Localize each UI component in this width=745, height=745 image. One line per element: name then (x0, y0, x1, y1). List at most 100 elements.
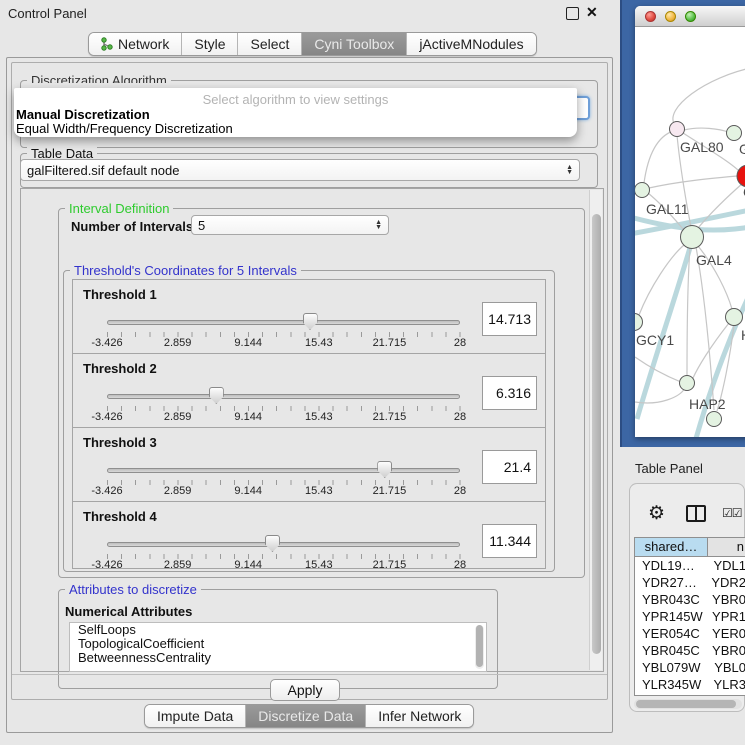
minimize-traffic-light-icon[interactable] (665, 11, 676, 22)
table-row[interactable]: YBR045CYBR0 (635, 642, 745, 659)
columns-icon[interactable] (686, 505, 706, 522)
node-bottom[interactable] (707, 412, 722, 427)
dropdown-option-manual-discretization[interactable]: Manual Discretization (16, 107, 150, 122)
tab-select[interactable]: Select (238, 33, 302, 55)
cell-shared[interactable]: YIL052C (635, 693, 708, 696)
label-h-partial: H (741, 327, 745, 343)
close-traffic-light-icon[interactable] (645, 11, 656, 22)
table-row[interactable]: YLR345WYLR3 (635, 676, 745, 693)
threshold-value-field[interactable]: 14.713 (482, 302, 537, 336)
threshold-label: Threshold 4 (83, 509, 157, 524)
network-window-titlebar[interactable] (635, 6, 745, 27)
table-data-combo[interactable]: galFiltered.sif default node ▲▼ (20, 159, 580, 181)
dropdown-hint: Select algorithm to view settings (14, 92, 577, 107)
slider-thumb[interactable] (209, 387, 224, 404)
attributes-list[interactable]: SelfLoops TopologicalCoefficient Between… (69, 622, 487, 672)
tab-cyni-toolbox-label: Cyni Toolbox (314, 36, 394, 52)
tab-network[interactable]: Network (89, 33, 182, 55)
table-row[interactable]: YIL052CYIL0 (635, 693, 745, 696)
horizontal-scrollbar[interactable] (634, 699, 742, 709)
cell-shared[interactable]: YLR345W (635, 676, 706, 693)
list-item[interactable]: SelfLoops (70, 623, 486, 637)
tab-cyni-toolbox[interactable]: Cyni Toolbox (302, 33, 407, 55)
column-header-shared[interactable]: shared… (635, 538, 708, 556)
threshold-slider[interactable] (107, 542, 460, 547)
scale-tick-label: 15.43 (305, 411, 333, 423)
list-item[interactable]: TopologicalCoefficient (70, 637, 486, 651)
column-header-name[interactable]: n (708, 538, 745, 556)
network-window[interactable]: GAL80 GA GAL11 C GAL4 H GCY1 HAP2 (635, 6, 745, 437)
select-columns-icon[interactable]: ☑☑ (722, 506, 742, 520)
node-gcy1[interactable] (635, 314, 643, 331)
threshold-slider[interactable] (107, 394, 460, 399)
cell-name[interactable]: YPR1 (705, 608, 745, 625)
table-data-combo-value: galFiltered.sif default node (27, 163, 179, 178)
table-row[interactable]: YBL079WYBL0 (635, 659, 745, 676)
node-gal80[interactable] (670, 122, 685, 137)
threshold-row: Threshold 2 -3.426 2.859 9.144 15.43 21.… (72, 353, 546, 428)
threshold-row: Threshold 1 -3.426 2.859 9.144 15.43 21.… (72, 279, 546, 354)
cell-shared[interactable]: YBL079W (635, 659, 707, 676)
slider-thumb[interactable] (303, 313, 318, 330)
threshold-value-field[interactable]: 21.4 (482, 450, 537, 484)
numerical-attributes-label: Numerical Attributes (65, 604, 192, 619)
control-panel-tabs: Network Style Select Cyni Toolbox jActiv… (88, 32, 537, 56)
cell-shared[interactable]: YBR045C (635, 642, 705, 659)
thresholds-group-label: Threshold's Coordinates for 5 Intervals (70, 263, 301, 278)
threshold-slider[interactable] (107, 468, 460, 473)
apply-button[interactable]: Apply (270, 679, 340, 701)
tab-style[interactable]: Style (182, 33, 238, 55)
node-top-right[interactable] (727, 126, 742, 141)
cell-name[interactable]: YBL0 (707, 659, 745, 676)
cell-shared[interactable]: YER054C (635, 625, 705, 642)
list-scrollbar[interactable] (475, 625, 484, 669)
threshold-value-field[interactable]: 6.316 (482, 376, 537, 410)
tab-discretize-data[interactable]: Discretize Data (246, 705, 366, 727)
node-table[interactable]: shared… n YDL19…YDL1 YDR27…YDR2 YBR043CY… (634, 537, 745, 696)
network-canvas[interactable]: GAL80 GA GAL11 C GAL4 H GCY1 HAP2 (635, 27, 745, 437)
vertical-scrollbar[interactable] (589, 190, 602, 670)
dropdown-option-equal-width[interactable]: Equal Width/Frequency Discretization (16, 121, 233, 136)
float-window-icon[interactable] (566, 7, 579, 20)
list-item[interactable]: BetweennessCentrality (70, 651, 486, 665)
cell-shared[interactable]: YDR27… (635, 574, 704, 591)
table-row[interactable]: YER054CYER0 (635, 625, 745, 642)
nodes[interactable] (635, 122, 745, 427)
table-row[interactable]: YDR27…YDR2 (635, 574, 745, 591)
tab-infer-network[interactable]: Infer Network (366, 705, 473, 727)
cell-name[interactable]: YDR2 (704, 574, 745, 591)
scrollbar-thumb[interactable] (592, 214, 601, 654)
cell-name[interactable]: YBR0 (705, 642, 745, 659)
tab-jactivemnodules[interactable]: jActiveMNodules (407, 33, 535, 55)
table-row[interactable]: YDL19…YDL1 (635, 557, 745, 574)
threshold-value-field[interactable]: 11.344 (482, 524, 537, 558)
cell-name[interactable]: YLR3 (706, 676, 745, 693)
node-hap2[interactable] (680, 376, 695, 391)
node-gal11[interactable] (635, 183, 650, 198)
cell-name[interactable]: YIL0 (708, 693, 745, 696)
scale-tick-label: 21.715 (373, 485, 407, 497)
slider-thumb[interactable] (265, 535, 280, 552)
scale-tick-label: 21.715 (373, 411, 407, 423)
cell-shared[interactable]: YPR145W (635, 608, 705, 625)
gear-icon[interactable]: ⚙ (648, 502, 665, 525)
cell-name[interactable]: YER0 (705, 625, 745, 642)
tab-impute-data[interactable]: Impute Data (145, 705, 246, 727)
slider-thumb[interactable] (377, 461, 392, 478)
zoom-traffic-light-icon[interactable] (685, 11, 696, 22)
close-icon[interactable]: ✕ (586, 4, 598, 21)
scale-tick-label: 15.43 (305, 485, 333, 497)
cell-shared[interactable]: YBR043C (635, 591, 705, 608)
cell-name[interactable]: YBR0 (705, 591, 745, 608)
combo-spinner-icon: ▲▼ (566, 165, 573, 175)
table-row[interactable]: YBR043CYBR0 (635, 591, 745, 608)
cyni-toolbox-panel: Discretization Algorithm Table Data galF… (6, 57, 613, 733)
node-gal4[interactable] (681, 226, 704, 249)
scrollbar-thumb[interactable] (636, 700, 736, 708)
threshold-slider[interactable] (107, 320, 460, 325)
table-row[interactable]: YPR145WYPR1 (635, 608, 745, 625)
node-right-mid[interactable] (726, 309, 743, 326)
number-of-intervals-combo[interactable]: 5 ▲▼ (191, 215, 389, 235)
cell-name[interactable]: YDL1 (706, 557, 745, 574)
cell-shared[interactable]: YDL19… (635, 557, 706, 574)
